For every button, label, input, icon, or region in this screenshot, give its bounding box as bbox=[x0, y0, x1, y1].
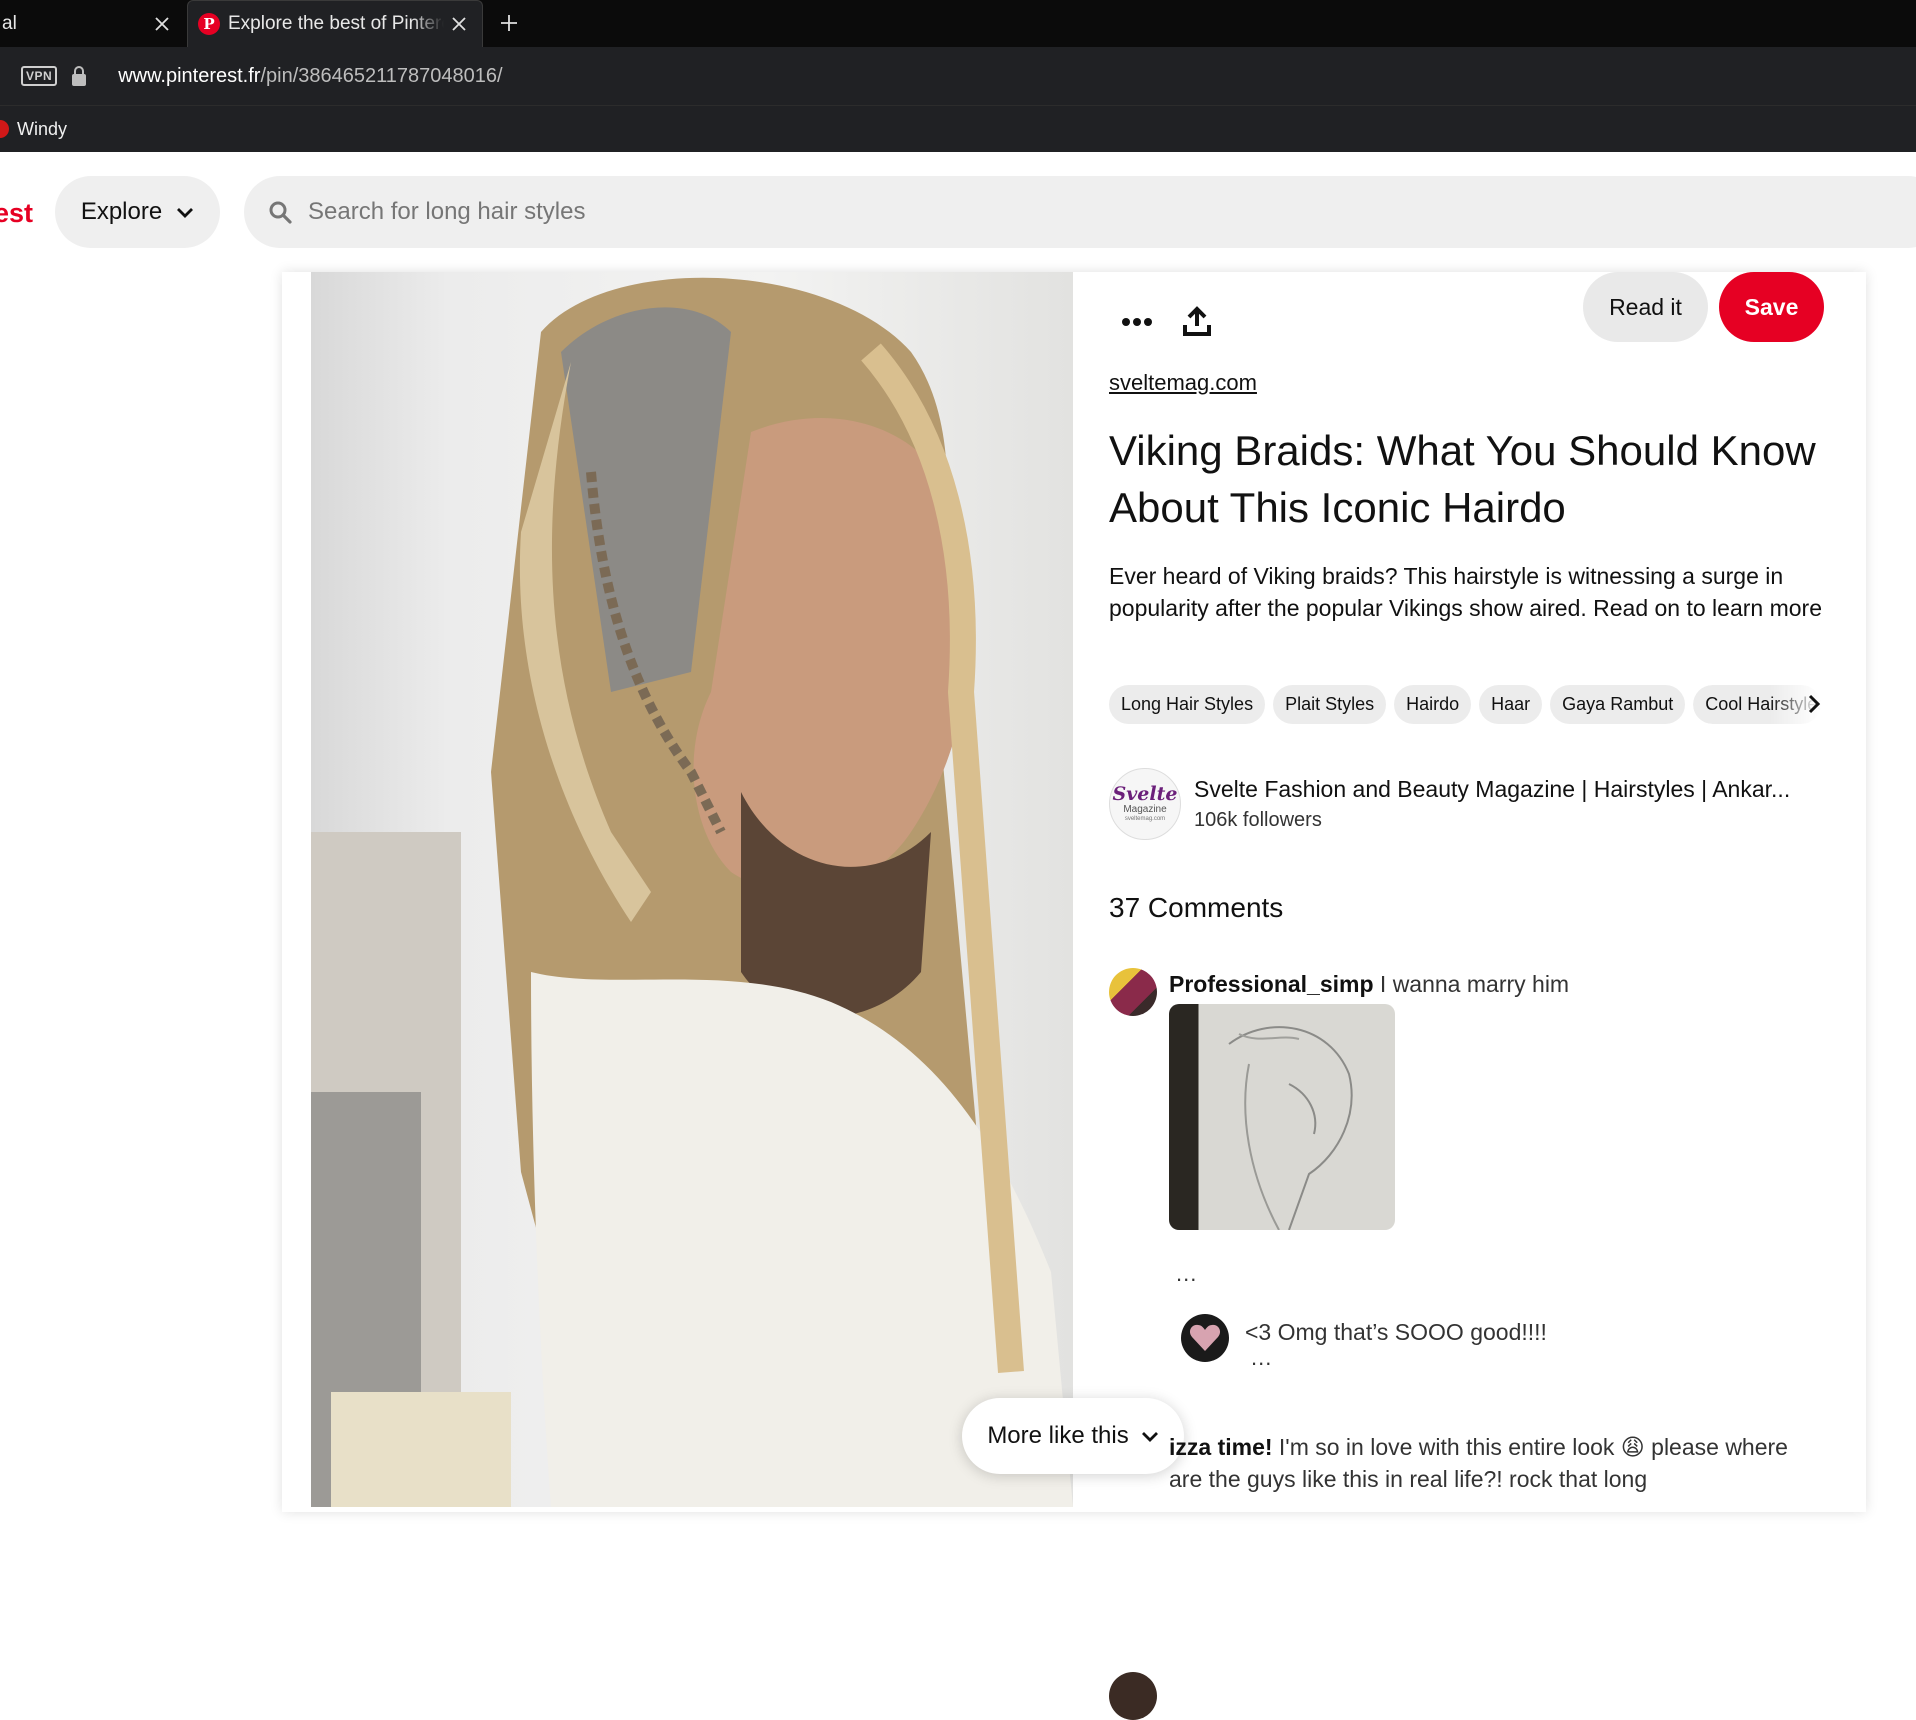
browser-tab[interactable]: al bbox=[0, 0, 185, 47]
close-icon[interactable] bbox=[444, 9, 474, 39]
comments-heading: 37 Comments bbox=[1109, 892, 1284, 923]
comment-username[interactable]: Professional_simp bbox=[1169, 971, 1374, 997]
chevron-down-icon bbox=[176, 198, 194, 226]
lock-icon[interactable] bbox=[69, 63, 89, 89]
more-like-this-label: More like this bbox=[987, 1422, 1129, 1449]
tag-chip[interactable]: Hairdo bbox=[1394, 685, 1472, 724]
pinterest-logo[interactable]: est bbox=[0, 198, 33, 229]
creator-avatar-domain: sveltemag.com bbox=[1124, 816, 1166, 822]
creator-row[interactable]: Svelte Magazine sveltemag.com Svelte Fas… bbox=[1109, 768, 1824, 844]
new-tab-plus-icon[interactable] bbox=[492, 6, 526, 40]
vpn-badge[interactable]: VPN bbox=[21, 66, 58, 86]
tab-title: al bbox=[2, 12, 17, 34]
pinterest-header: est Explore bbox=[0, 152, 1916, 272]
avatar[interactable] bbox=[1109, 968, 1157, 1016]
comment-username[interactable]: izza time! bbox=[1169, 1434, 1273, 1460]
bookmarks-bar: Windy bbox=[0, 105, 1916, 152]
more-like-this-button[interactable]: More like this bbox=[962, 1398, 1184, 1474]
bookmark-windy[interactable]: Windy bbox=[17, 119, 67, 140]
url-field[interactable]: www.pinterest.fr/pin/386465211787048016/ bbox=[118, 65, 502, 88]
search-icon bbox=[268, 200, 298, 224]
comment: <3 Omg that’s SOOO good!!!! bbox=[1245, 1316, 1825, 1348]
tab-title: Explore the best of Pinterest bbox=[228, 13, 444, 34]
comment: Professional_simp I wanna marry him bbox=[1169, 968, 1819, 1000]
pinterest-favicon-icon: P bbox=[198, 13, 220, 35]
chevron-down-icon bbox=[1141, 1422, 1159, 1450]
comment-more-options[interactable]: ... bbox=[1176, 1263, 1197, 1285]
read-it-button[interactable]: Read it bbox=[1583, 272, 1708, 342]
comment: izza time! I'm so in love with this enti… bbox=[1169, 1431, 1819, 1495]
creator-name[interactable]: Svelte Fashion and Beauty Magazine | Hai… bbox=[1194, 776, 1790, 803]
bookmark-favicon-icon bbox=[0, 120, 9, 138]
tag-chip[interactable]: Long Hair Styles bbox=[1109, 685, 1266, 724]
creator-avatar-subtext: Magazine bbox=[1123, 804, 1167, 815]
explore-button[interactable]: Explore bbox=[55, 176, 220, 248]
browser-tab-active[interactable]: P Explore the best of Pinterest bbox=[187, 0, 483, 47]
address-bar: VPN www.pinterest.fr/pin/386465211787048… bbox=[0, 47, 1916, 105]
avatar[interactable] bbox=[1109, 1672, 1157, 1720]
search-input[interactable] bbox=[308, 198, 1708, 226]
creator-followers: 106k followers bbox=[1194, 809, 1322, 831]
tag-chip[interactable]: Gaya Rambut bbox=[1550, 685, 1686, 724]
creator-avatar[interactable]: Svelte Magazine sveltemag.com bbox=[1109, 768, 1181, 840]
explore-label: Explore bbox=[80, 198, 163, 225]
comment-photo[interactable] bbox=[1169, 1004, 1395, 1230]
url-domain: www.pinterest.fr bbox=[118, 64, 261, 87]
comment-more-options[interactable]: ... bbox=[1251, 1347, 1272, 1369]
pin-description: Ever heard of Viking braids? This hairst… bbox=[1109, 563, 1822, 621]
tag-chip[interactable]: Plait Styles bbox=[1273, 685, 1387, 724]
pin-image[interactable] bbox=[311, 272, 1073, 1507]
share-icon[interactable] bbox=[1169, 294, 1225, 350]
source-link[interactable]: sveltemag.com bbox=[1109, 370, 1257, 396]
tag-chip[interactable]: Haar bbox=[1479, 685, 1543, 724]
url-path: /pin/386465211787048016/ bbox=[260, 64, 503, 87]
creator-avatar-logo-text: Svelte bbox=[1112, 783, 1178, 805]
comment-text: I wanna marry him bbox=[1379, 971, 1570, 997]
search-bar[interactable] bbox=[244, 176, 1916, 248]
save-button[interactable]: Save bbox=[1719, 272, 1824, 342]
more-options-icon[interactable] bbox=[1109, 294, 1165, 350]
avatar[interactable] bbox=[1181, 1314, 1229, 1362]
tag-list: Long Hair Styles Plait Styles Hairdo Haa… bbox=[1109, 685, 1824, 725]
chevron-right-icon[interactable] bbox=[1802, 689, 1826, 719]
comment-text: <3 Omg that’s SOOO good!!!! bbox=[1245, 1319, 1547, 1345]
browser-tab-strip: al P Explore the best of Pinterest bbox=[0, 0, 1916, 47]
close-icon[interactable] bbox=[147, 9, 177, 39]
pin-title: Viking Braids: What You Should Know Abou… bbox=[1109, 427, 1816, 531]
